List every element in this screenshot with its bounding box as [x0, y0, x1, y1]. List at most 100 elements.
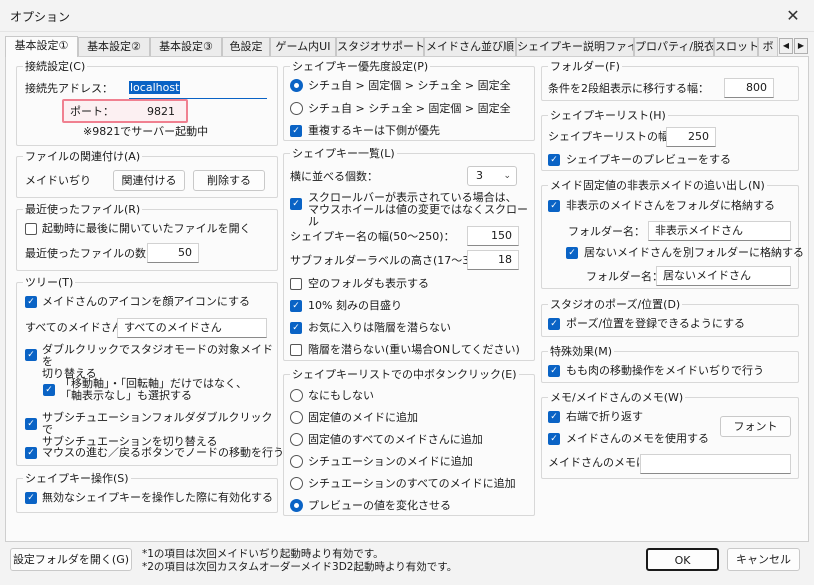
tab-basic2[interactable]: 基本設定② [78, 37, 150, 56]
priority-group: シェイプキー優先度設定(P) シチュ自 > 固定個 > シチュ全 > 固定全 シ… [283, 60, 535, 141]
middle-click-option-label: 固定値のメイドに追加 [308, 411, 418, 424]
check-icon[interactable]: ✓ [290, 300, 302, 312]
check-icon[interactable]: ✓ [290, 322, 302, 334]
footer: 設定フォルダを開く(G) *1の項目は次回メイドいぢり起動時より有効です。 *2… [0, 542, 814, 585]
priority-option-1-radio[interactable] [290, 79, 303, 92]
note-2: *2の項目は次回カスタムオーダーメイド3D2起動時より有効です。 [142, 561, 458, 573]
name-width-label: シェイプキー名の幅(50～250)： [290, 230, 455, 243]
disabled-activate-label: 無効なシェイプキーを操作した際に有効化する [42, 491, 273, 504]
check-icon[interactable]: ✓ [548, 411, 560, 423]
studio-pose-title: スタジオのポーズ/位置(D) [548, 298, 683, 311]
file-assoc-group: ファイルの関連付け(A) メイドいぢり 関連付ける 削除する [16, 150, 278, 198]
check-icon[interactable]: ✓ [25, 447, 37, 459]
sub-label-height-label: サブフォルダーラベルの高さ(17～35)： [290, 254, 492, 267]
tab-basic1[interactable]: 基本設定① [5, 36, 78, 57]
folder-title: フォルダー(F) [548, 60, 622, 73]
tree-group: ツリー(T) ✓ メイドさんのアイコンを顔アイコンにする すべてのメイドさん： … [16, 276, 284, 466]
check-icon[interactable]: ✓ [25, 418, 37, 430]
recent-group: 最近使ったファイル(R) 起動時に最後に開いていたファイルを開く 最近使ったファ… [16, 203, 278, 271]
tab-strip: 基本設定① 基本設定② 基本設定③ 色設定 ゲーム内UI スタジオサポート メイ… [5, 36, 809, 57]
font-button[interactable]: フォント [720, 416, 791, 437]
priority-option-2-radio[interactable] [290, 102, 303, 115]
tree-title: ツリー(T) [23, 276, 76, 289]
tab-property[interactable]: プロパティ/脱衣 [634, 37, 714, 56]
shapekey-op-group: シェイプキー操作(S) ✓ 無効なシェイプキーを操作した際に有効化する [16, 472, 278, 513]
tab-maid-order[interactable]: メイドさん並び順 [424, 37, 516, 56]
all-maids-input[interactable]: すべてのメイドさん [117, 318, 267, 338]
use-memo-label: メイドさんのメモを使用する [566, 432, 709, 445]
ok-button[interactable]: OK [646, 548, 719, 571]
subsit-label: サブシチュエーションフォルダダブルクリックで サブシチュエーションを切り替える [42, 411, 273, 448]
priority-option-2-label: シチュ自 > シチュ全 > 固定個 > 固定全 [308, 102, 511, 115]
chevron-down-icon: ⌄ [503, 171, 511, 181]
recent-count-input[interactable]: 50 [147, 243, 199, 263]
check-icon[interactable]: ✓ [290, 125, 302, 137]
middle-click-option-radio[interactable] [290, 389, 303, 402]
middle-click-option-label: なにもしない [308, 389, 374, 402]
open-settings-folder-button[interactable]: 設定フォルダを開く(G) [10, 548, 132, 571]
list-width-input[interactable]: 250 [666, 127, 716, 147]
shapekey-list-title: シェイプキー一覧(L) [290, 147, 397, 160]
show-empty-checkbox[interactable] [290, 278, 302, 290]
associate-button[interactable]: 関連付ける [113, 170, 185, 191]
check-icon[interactable]: ✓ [43, 384, 55, 396]
open-last-checkbox[interactable] [25, 223, 37, 235]
check-icon[interactable]: ✓ [25, 492, 37, 504]
check-icon[interactable]: ✓ [548, 154, 560, 166]
memo-group: メモ/メイドさんのメモ(W) ✓ 右端で折り返す ✓ メイドさんのメモを使用する… [541, 391, 799, 479]
check-icon[interactable]: ✓ [548, 365, 560, 377]
close-icon[interactable]: ✕ [782, 5, 804, 27]
address-input[interactable]: localhost [129, 79, 267, 99]
middle-click-title: シェイプキーリストでの中ボタンクリック(E) [290, 368, 519, 381]
check-icon[interactable]: ✓ [548, 433, 560, 445]
recent-title: 最近使ったファイル(R) [23, 203, 143, 216]
check-icon[interactable]: ✓ [25, 296, 37, 308]
check-icon[interactable]: ✓ [548, 318, 560, 330]
absent-folder-input[interactable]: 居ないメイドさん [656, 266, 791, 286]
memo-input[interactable] [640, 454, 791, 474]
hidden-maid-title: メイド固定値の非表示メイドの追い出し(N) [548, 179, 767, 192]
no-dive-label: 階層を潜らない(重い場合ONしてください) [308, 343, 520, 356]
file-assoc-title: ファイルの関連付け(A) [23, 150, 143, 163]
check-icon[interactable]: ✓ [25, 349, 37, 361]
per-row-value: 3 [476, 169, 483, 182]
two-rows-input[interactable]: 800 [724, 78, 774, 98]
tab-basic3[interactable]: 基本設定③ [150, 37, 222, 56]
name-width-input[interactable]: 150 [467, 226, 519, 246]
middle-click-option-label: シチュエーションのすべてのメイドに追加 [308, 477, 516, 490]
check-icon[interactable]: ✓ [290, 198, 302, 210]
check-icon[interactable]: ✓ [566, 247, 578, 259]
hidden-folder-input[interactable]: 非表示メイドさん [648, 221, 791, 241]
port-value[interactable]: 9821 [147, 105, 175, 119]
tab-shapekey-desc[interactable]: シェイプキー説明ファイル [516, 37, 634, 56]
middle-click-option-label: シチュエーションのメイドに追加 [308, 455, 473, 468]
tab-scroll-right-icon[interactable]: ▶ [794, 38, 808, 54]
cancel-button[interactable]: キャンセル [727, 548, 800, 571]
tab-studio-support[interactable]: スタジオサポート [336, 37, 424, 56]
delete-assoc-button[interactable]: 削除する [193, 170, 265, 191]
tab-slot[interactable]: スロット [714, 37, 758, 56]
sub-label-height-input[interactable]: 18 [467, 250, 519, 270]
memo-title: メモ/メイドさんのメモ(W) [548, 391, 686, 404]
middle-click-option-radio[interactable] [290, 433, 303, 446]
tab-game-ui[interactable]: ゲーム内UI [270, 37, 336, 56]
no-dive-checkbox[interactable] [290, 344, 302, 356]
middle-click-option-radio[interactable] [290, 455, 303, 468]
two-rows-label: 条件を2段組表示に移行する幅： [548, 82, 709, 95]
middle-click-option-radio-selected[interactable] [290, 499, 303, 512]
tab-overflow[interactable]: ボ [758, 37, 778, 56]
per-row-select[interactable]: 3 ⌄ [467, 166, 517, 186]
check-icon[interactable]: ✓ [548, 200, 560, 212]
middle-click-option-radio[interactable] [290, 411, 303, 424]
middle-click-option-radio[interactable] [290, 477, 303, 490]
note-1: *1の項目は次回メイドいぢり起動時より有効です。 [142, 548, 384, 560]
recent-count-label: 最近使ったファイルの数： [25, 247, 157, 260]
pose-register-label: ポーズ/位置を登録できるようにする [566, 317, 746, 330]
address-label: 接続先アドレス： [25, 82, 113, 95]
studio-pose-group: スタジオのポーズ/位置(D) ✓ ポーズ/位置を登録できるようにする [541, 298, 799, 337]
tab-color[interactable]: 色設定 [222, 37, 270, 56]
tab-scroll-left-icon[interactable]: ◀ [779, 38, 793, 54]
dblclick-label: ダブルクリックでスタジオモードの対象メイドを 切り替える [42, 343, 273, 380]
title-bar: オプション ✕ [0, 0, 814, 32]
ten-percent-label: 10% 刻みの目盛り [308, 299, 402, 312]
